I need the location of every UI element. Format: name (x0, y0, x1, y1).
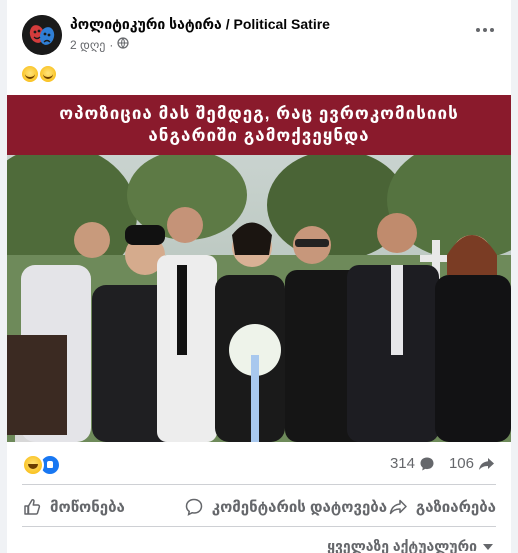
like-button[interactable]: მოწონება (22, 497, 125, 517)
banner-line-1: ოპოზიცია მას შემდეგ, რაც ევროკომისიის (59, 104, 459, 123)
funeral-photo (7, 155, 511, 442)
comments-count-value: 314 (389, 455, 415, 472)
meta-separator: · (109, 37, 114, 52)
post-meta: 2 დღე · (70, 37, 129, 52)
thumbs-up-icon (24, 499, 41, 515)
post-time[interactable]: 2 დღე (70, 38, 105, 52)
share-arrow-icon (479, 457, 494, 470)
comments-count[interactable]: 314 (390, 455, 435, 472)
sort-label: ყველაზე აქტუალური (327, 538, 477, 553)
page-name-link[interactable]: პოლიტიკური სატირა / Political Satire (70, 16, 330, 33)
grin-emoji-icon (40, 66, 56, 82)
divider-bottom (22, 526, 496, 527)
chevron-down-icon (483, 543, 493, 550)
comment-sort-dropdown[interactable]: ყველაზე აქტუალური (327, 538, 493, 553)
like-label: მოწონება (50, 499, 125, 516)
globe-icon (117, 37, 129, 52)
comment-label: კომენტარის დატოვება (211, 499, 388, 516)
post-text (22, 66, 56, 82)
divider-top (22, 484, 496, 485)
comment-bubble-icon (420, 457, 434, 470)
more-dots-icon (476, 28, 494, 32)
engagement-counts: 314 106 (390, 455, 495, 472)
grin-emoji-icon (22, 66, 38, 82)
image-banner: ოპოზიცია მას შემდეგ, რაც ევროკომისიის ან… (7, 95, 511, 155)
share-button[interactable]: გაზიარება (388, 497, 496, 517)
shares-count-value: 106 (448, 455, 474, 472)
share-label: გაზიარება (415, 499, 496, 516)
post-card: პოლიტიკური სატირა / Political Satire 2 დ… (7, 0, 511, 553)
post-actions: მოწონება კომენტარის დატოვება გაზიარება (22, 488, 496, 526)
comment-icon (185, 498, 202, 516)
comment-button[interactable]: კომენტარის დატოვება (184, 497, 387, 517)
banner-line-2: ანგარიში გამოქვეყნდა (148, 126, 370, 145)
share-icon (389, 499, 407, 515)
shares-count[interactable]: 106 (449, 455, 495, 472)
reaction-summary[interactable] (22, 454, 61, 476)
more-options-button[interactable] (471, 20, 499, 40)
post-image[interactable]: ოპოზიცია მას შემდეგ, რაც ევროკომისიის ან… (7, 95, 511, 442)
page-avatar[interactable] (22, 15, 62, 55)
haha-reaction-icon (22, 454, 44, 476)
